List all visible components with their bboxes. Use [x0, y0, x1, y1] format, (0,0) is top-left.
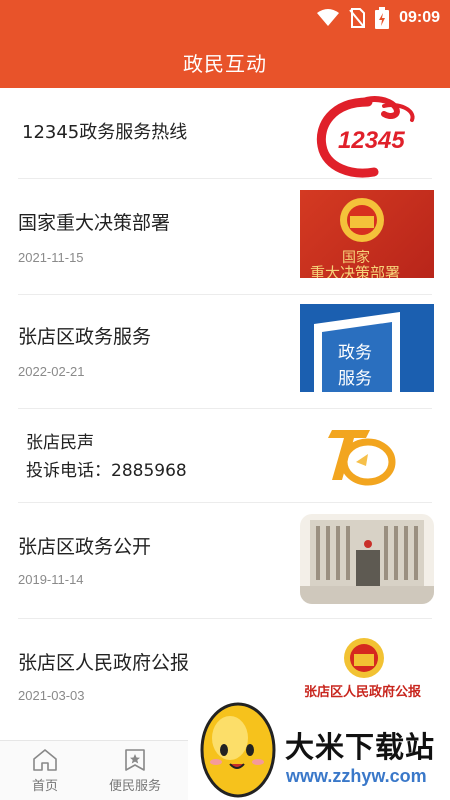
svg-text:12345: 12345 — [338, 127, 405, 154]
battery-charging-icon — [375, 7, 390, 29]
divider — [18, 178, 432, 179]
tab-label: 便民服务 — [108, 779, 161, 794]
item-title: 12345政务服务热线 — [22, 122, 188, 143]
government-services-thumbnail: 政务 服务 — [300, 304, 434, 392]
item-title: 国家重大决策部署 — [18, 212, 171, 234]
status-icons: 09:09 — [317, 6, 440, 30]
no-sim-icon — [349, 8, 366, 28]
government-building-photo — [300, 514, 434, 604]
item-title: 张店区政务公开 — [18, 536, 152, 558]
divider — [18, 502, 432, 503]
svg-text:政务: 政务 — [338, 343, 372, 363]
item-date: 2022-02-21 — [18, 364, 85, 379]
public-voice-logo — [326, 422, 396, 488]
item-title: 张店民声 — [26, 433, 94, 453]
svg-text:服务: 服务 — [338, 369, 372, 389]
watermark-title: 大米下载站 — [285, 730, 436, 764]
divider — [18, 294, 432, 295]
svg-text:张店区人民政府公报: 张店区人民政府公报 — [304, 684, 422, 700]
page-title: 政民互动 — [183, 51, 267, 76]
item-date: 2021-11-15 — [18, 250, 84, 265]
watermark-url: www.zzhyw.com — [286, 766, 427, 786]
site-watermark: 大米下载站 www.zzhyw.com — [188, 702, 450, 800]
item-title: 张店区政务服务 — [18, 326, 152, 348]
tab-convenience-services[interactable]: 便民服务 — [90, 741, 180, 800]
item-date: 2019-11-14 — [18, 572, 84, 587]
national-decisions-thumbnail: 国家 重大决策部署 — [300, 190, 434, 278]
app-bar: 政民互动 — [0, 36, 450, 88]
hotline-12345-logo: 12345 — [312, 96, 424, 178]
status-bar: 09:09 — [0, 0, 450, 36]
tab-label: 首页 — [31, 779, 58, 794]
item-date: 2021-03-03 — [18, 688, 85, 703]
government-gazette-thumbnail: 张店区人民政府公报 — [300, 634, 434, 708]
divider — [18, 618, 432, 619]
svg-text:重大决策部署: 重大决策部署 — [310, 264, 400, 278]
divider — [18, 408, 432, 409]
rice-mascot-logo — [200, 702, 276, 798]
wifi-icon — [317, 9, 340, 26]
app-screen: 09:09 政民互动 12345政务服务热线 12345 国家重大决策部署 20… — [0, 0, 450, 800]
status-time: 09:09 — [399, 9, 440, 26]
item-title: 张店区人民政府公报 — [18, 652, 190, 674]
home-icon — [33, 749, 57, 771]
item-subtitle: 投诉电话：2885968 — [26, 461, 187, 481]
tab-home[interactable]: 首页 — [0, 741, 90, 800]
bookmark-star-icon — [125, 749, 145, 771]
